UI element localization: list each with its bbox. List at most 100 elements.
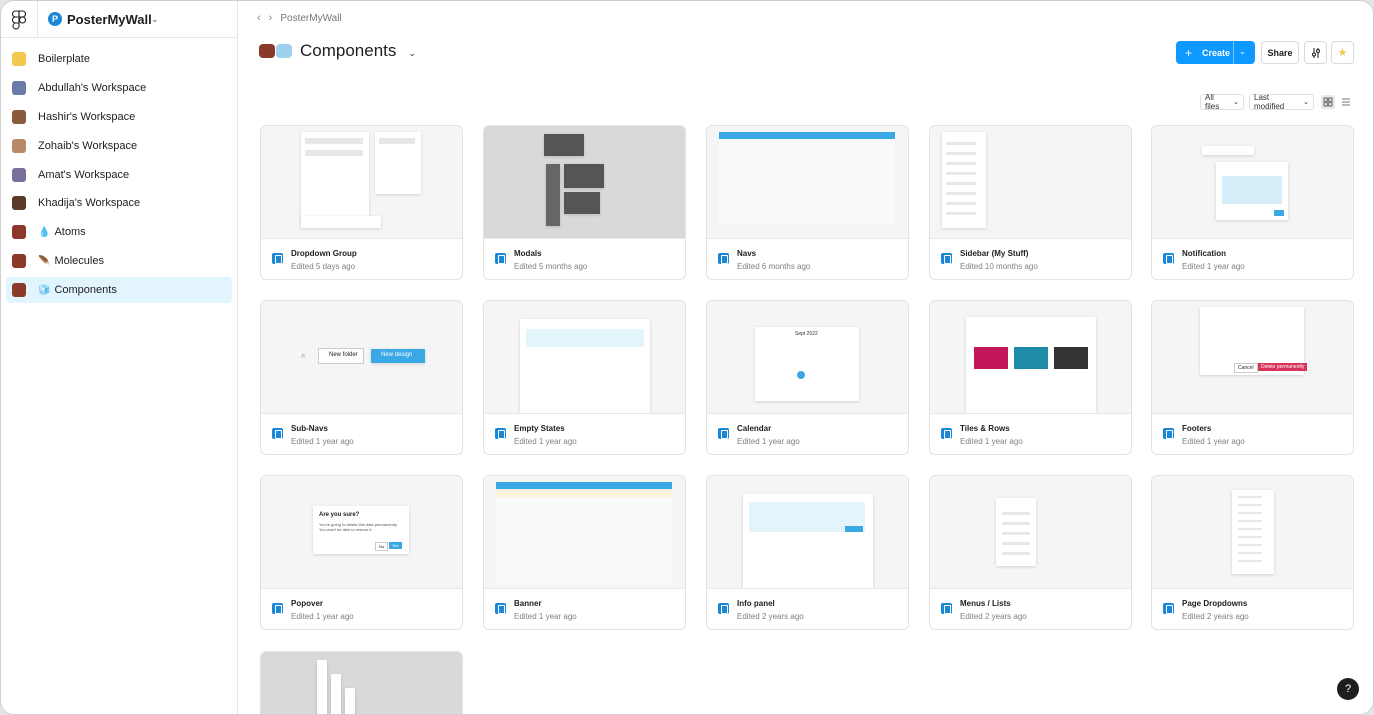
sub-emoji-icon: 🧊 — [38, 284, 51, 296]
team-name[interactable]: PosterMyWall — [67, 12, 152, 27]
thumb-shape — [1238, 512, 1262, 514]
search-icon: ⌕ — [301, 351, 306, 360]
design-file-icon — [718, 428, 729, 439]
file-card[interactable]: Info panel Edited 2 years ago — [706, 475, 909, 630]
thumb-shape — [305, 138, 363, 144]
star-icon[interactable]: ★ — [1331, 41, 1354, 64]
sidebar-item[interactable]: Boilerplate — [6, 46, 232, 72]
thumb-shape — [301, 132, 369, 222]
grid-view-icon[interactable] — [1321, 95, 1335, 109]
back-arrow-icon[interactable]: ‹ — [257, 12, 261, 24]
design-file-icon — [718, 603, 729, 614]
file-card[interactable]: Sidebar (My Stuff) Edited 10 months ago — [929, 125, 1132, 280]
file-card[interactable]: Modals Edited 5 months ago — [483, 125, 686, 280]
thumb-shape — [946, 152, 976, 155]
chevron-down-icon[interactable]: ⌄ — [1239, 47, 1246, 56]
chevron-down-icon[interactable]: ⌄ — [408, 48, 416, 59]
project-emoji-icon — [12, 283, 26, 298]
file-thumbnail: Cancel Delete permanently — [1152, 301, 1353, 414]
file-card[interactable]: Page Dropdowns Edited 2 years ago — [1151, 475, 1354, 630]
file-title: Footers — [1182, 424, 1212, 433]
file-card[interactable]: Sept 2022 Calendar Edited 1 year ago — [706, 300, 909, 455]
forward-arrow-icon[interactable]: › — [269, 12, 273, 24]
file-edited-meta: Edited 1 year ago — [514, 437, 577, 446]
file-card-partial[interactable] — [260, 651, 463, 714]
design-file-icon — [272, 603, 283, 614]
thumb-shape — [526, 329, 644, 347]
project-emoji-icon — [12, 225, 26, 240]
sidebar-item[interactable]: 🧊 Components — [6, 277, 232, 304]
popover-yes-mock: Yes — [389, 542, 402, 549]
sort-filter[interactable]: Last modified ⌄ — [1249, 93, 1314, 111]
file-card[interactable]: Are you sure? You're going to delete this… — [260, 475, 463, 630]
file-edited-meta: Edited 1 year ago — [291, 437, 354, 446]
breadcrumb-team[interactable]: PosterMyWall — [280, 13, 341, 24]
team-avatar[interactable]: P — [48, 12, 62, 26]
file-title: Empty States — [514, 424, 565, 433]
file-title: Navs — [737, 249, 757, 258]
sidebar-item[interactable]: 💧 Atoms — [6, 219, 232, 245]
design-file-icon — [941, 603, 952, 614]
main-content: ‹ › PosterMyWall Components ⌄ + Create ⌄… — [239, 1, 1373, 714]
file-card[interactable]: Cancel Delete permanently Footers Edited 1 … — [1151, 300, 1354, 455]
sub-emoji-icon: 💧 — [38, 226, 51, 238]
file-card[interactable]: New folder New design ⌕ Sub-Navs Edited 1 ye… — [260, 300, 463, 455]
file-title: Banner — [514, 599, 542, 608]
settings-sliders-icon[interactable] — [1304, 41, 1327, 64]
design-file-icon — [1163, 253, 1174, 264]
file-title: Sidebar (My Stuff) — [960, 249, 1029, 258]
thumb-shape — [546, 164, 560, 226]
file-type-filter-label: All files — [1205, 93, 1220, 111]
sidebar-item[interactable]: Amat's Workspace — [6, 162, 232, 188]
project-emoji-icon — [12, 138, 26, 153]
file-card[interactable]: Tiles & Rows Edited 1 year ago — [929, 300, 1132, 455]
file-card[interactable]: Notification Edited 1 year ago — [1151, 125, 1354, 280]
thumb-shape — [305, 150, 363, 156]
file-thumbnail: New folder New design ⌕ — [261, 301, 462, 414]
share-button[interactable]: Share — [1261, 41, 1299, 64]
file-card[interactable]: Empty States Edited 1 year ago — [483, 300, 686, 455]
sidebar-item[interactable]: Hashir's Workspace — [6, 104, 232, 130]
sidebar-item-label: Molecules — [54, 255, 104, 268]
file-card[interactable]: Banner Edited 1 year ago — [483, 475, 686, 630]
design-file-icon — [718, 253, 729, 264]
file-card[interactable]: Navs Edited 6 months ago — [706, 125, 909, 280]
file-thumbnail: Sept 2022 — [707, 301, 908, 414]
thumb-shape — [719, 132, 895, 139]
file-card[interactable]: Dropdown Group Edited 5 days ago — [260, 125, 463, 280]
sidebar-item[interactable]: Abdullah's Workspace — [6, 75, 232, 101]
project-emoji-icon — [259, 42, 295, 60]
help-button[interactable]: ? — [1337, 678, 1359, 700]
thumb-shape — [755, 327, 859, 401]
page-title[interactable]: Components ⌄ — [259, 41, 416, 61]
sidebar-item[interactable]: 🪶 Molecules — [6, 248, 232, 274]
chevron-down-icon: ⌄ — [1303, 99, 1309, 106]
file-thumbnail — [261, 126, 462, 239]
file-card[interactable]: Menus / Lists Edited 2 years ago — [929, 475, 1132, 630]
thumb-shape — [1238, 552, 1262, 554]
file-title: Popover — [291, 599, 324, 608]
sidebar-item[interactable]: Khadija's Workspace — [6, 190, 232, 216]
design-file-icon — [495, 428, 506, 439]
file-title: Info panel — [737, 599, 775, 608]
figma-logo-icon[interactable] — [12, 10, 26, 30]
thumb-shape — [946, 202, 976, 205]
delete-mock: Delete permanently — [1258, 363, 1308, 371]
thumb-shape — [1002, 532, 1030, 535]
thumb-shape — [544, 134, 584, 156]
file-thumbnail — [261, 652, 462, 714]
sidebar-item[interactable]: Zohaib's Workspace — [6, 133, 232, 159]
popover-no-mock: No — [375, 542, 389, 551]
sidebar-item-label: Abdullah's Workspace — [38, 81, 147, 94]
thumb-shape — [946, 142, 976, 145]
create-button[interactable]: + Create ⌄ — [1176, 41, 1255, 64]
file-title: Menus / Lists — [960, 599, 1011, 608]
thumb-shape — [317, 660, 327, 714]
thumb-shape — [1222, 176, 1282, 204]
thumb-shape — [1002, 512, 1030, 515]
file-type-filter[interactable]: All files ⌄ — [1200, 93, 1244, 111]
chevron-down-icon[interactable]: ⌄ — [151, 14, 159, 25]
list-view-icon[interactable] — [1339, 95, 1353, 109]
sidebar-item-label: Amat's Workspace — [38, 168, 130, 181]
project-emoji-icon — [12, 254, 26, 269]
